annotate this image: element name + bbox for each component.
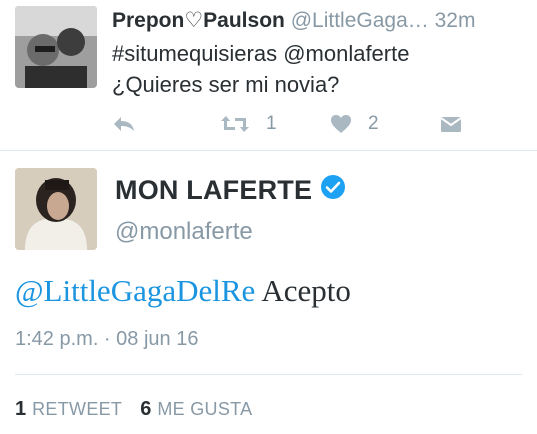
reply-text-line1: #situmequisieras @monlaferte — [112, 41, 410, 66]
like-count: 2 — [368, 113, 379, 134]
reply-text-line2: ¿Quieres ser mi novia? — [112, 72, 340, 97]
like-button[interactable]: 2 — [330, 110, 379, 138]
heart-icon — [330, 114, 352, 134]
reply-text: #situmequisieras @monlaferte ¿Quieres se… — [112, 38, 532, 100]
verified-badge-icon — [320, 174, 346, 207]
main-tweet-body: Acepto — [261, 273, 351, 308]
reply-display-name[interactable]: Prepon♡Paulson — [112, 9, 285, 32]
reply-button[interactable] — [112, 110, 136, 138]
reply-icon — [112, 114, 136, 134]
retweets-count: 1 — [15, 398, 27, 420]
likes-count: 6 — [140, 398, 152, 420]
retweets-stat[interactable]: 1 RETWEET — [15, 398, 122, 421]
reply-header: Prepon♡Paulson @LittleGaga… 32m — [112, 8, 532, 33]
retweet-count: 1 — [266, 113, 277, 134]
main-display-name[interactable]: MON LAFERTE — [115, 174, 346, 207]
tweet-divider — [0, 150, 537, 151]
tweet-timestamp[interactable]: 1:42 p.m. · 08 jun 16 — [15, 328, 198, 351]
message-icon — [440, 115, 462, 133]
tweet-stats: 1 RETWEET 6 ME GUSTA — [15, 398, 270, 421]
reply-handle[interactable]: @LittleGaga… — [291, 9, 429, 32]
likes-label: ME GUSTA — [157, 399, 253, 419]
retweet-icon — [220, 114, 250, 134]
main-tweet-text: @LittleGagaDelRe Acepto — [15, 273, 351, 309]
reply-actions: 1 2 — [112, 110, 532, 138]
retweets-label: RETWEET — [32, 399, 123, 419]
main-name-text: MON LAFERTE — [115, 175, 313, 205]
reply-tweet[interactable]: Prepon♡Paulson @LittleGaga… 32m #situmeq… — [0, 0, 537, 150]
reply-time: 32m — [434, 9, 476, 32]
reply-avatar[interactable] — [15, 6, 97, 88]
main-handle[interactable]: @monlaferte — [115, 218, 253, 246]
mention-link[interactable]: @LittleGagaDelRe — [15, 273, 255, 308]
message-button[interactable] — [440, 110, 462, 138]
main-avatar[interactable] — [15, 168, 97, 250]
retweet-button[interactable]: 1 — [220, 110, 277, 138]
stats-divider — [15, 374, 522, 375]
likes-stat[interactable]: 6 ME GUSTA — [140, 398, 252, 421]
